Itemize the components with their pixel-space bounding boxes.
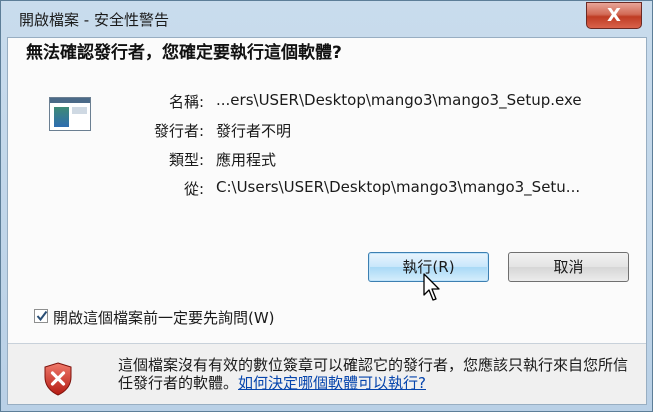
- cancel-button[interactable]: 取消: [508, 252, 629, 282]
- window-title: 開啟檔案 - 安全性警告: [19, 11, 169, 29]
- close-icon: X: [607, 5, 621, 26]
- mouse-pointer-icon: [423, 273, 440, 301]
- ask-before-open-checkbox[interactable]: [34, 309, 48, 323]
- from-label: 從:: [183, 180, 204, 198]
- publisher-label: 發行者:: [153, 122, 204, 140]
- warning-message: 這個檔案沒有有效的數位簽章可以確認它的發行者，您應該只執行來自您所信任發行者的軟…: [118, 356, 638, 392]
- title-bar: 開啟檔案 - 安全性警告 X: [1, 1, 652, 37]
- type-label: 類型:: [168, 151, 204, 169]
- checkmark-icon: [36, 310, 48, 322]
- close-button[interactable]: X: [586, 2, 642, 29]
- name-value: ...ers\USER\Desktop\mango3\mango3_Setup.…: [216, 91, 582, 109]
- security-shield-x-icon: [44, 362, 72, 396]
- publisher-value: 發行者不明: [216, 122, 292, 140]
- from-value: C:\Users\USER\Desktop\mango3\mango3_Setu…: [216, 178, 581, 196]
- application-file-icon: [49, 97, 91, 131]
- dialog-heading: 無法確認發行者，您確定要執行這個軟體?: [26, 43, 342, 63]
- checkbox-label[interactable]: 開啟這個檔案前一定要先詢問(W): [53, 307, 275, 328]
- help-link[interactable]: 如何決定哪個軟體可以執行?: [238, 374, 426, 392]
- type-value: 應用程式: [216, 151, 277, 169]
- name-label: 名稱:: [168, 93, 204, 111]
